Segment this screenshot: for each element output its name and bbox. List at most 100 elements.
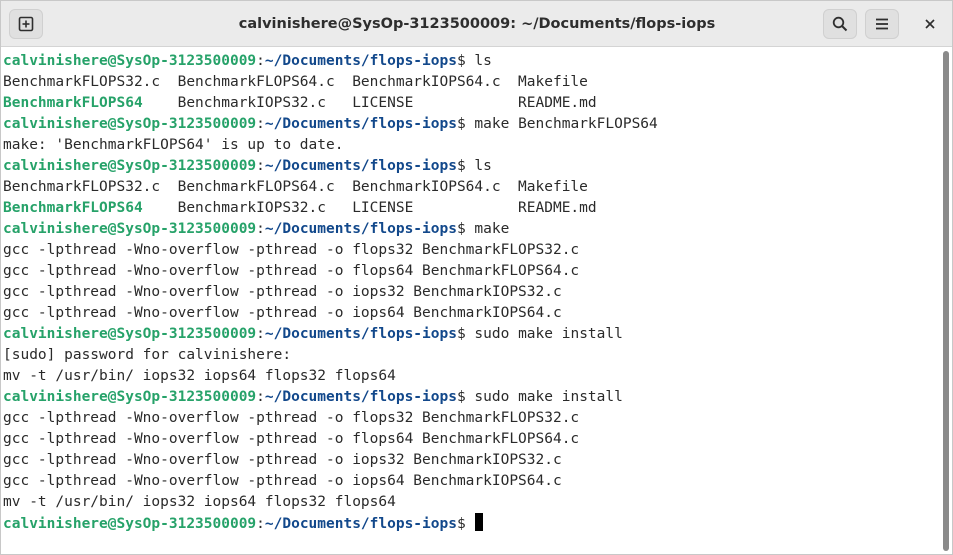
file-name: BenchmarkIOPS64.c (352, 74, 501, 90)
prompt-colon: : (256, 326, 265, 342)
file-name: README.md (518, 200, 597, 216)
prompt-path: ~/Documents/flops-iops (264, 516, 457, 532)
file-name: README.md (518, 95, 597, 111)
prompt-colon: : (256, 158, 265, 174)
file-name: BenchmarkIOPS32.c (177, 200, 326, 216)
output-line: gcc -lpthread -Wno-overflow -pthread -o … (3, 408, 939, 429)
menu-button[interactable] (865, 9, 899, 39)
prompt-dollar: $ (456, 389, 466, 405)
file-name: BenchmarkFLOPS32.c (3, 74, 161, 90)
prompt-path: ~/Documents/flops-iops (264, 158, 457, 174)
prompt-colon: : (256, 116, 265, 132)
file-name: LICENSE (352, 95, 414, 111)
output-text: [sudo] password for calvinishere: (3, 347, 292, 363)
prompt-user-host: calvinishere@SysOp-3123500009 (3, 516, 257, 532)
prompt-path: ~/Documents/flops-iops (264, 221, 457, 237)
prompt-path: ~/Documents/flops-iops (264, 53, 457, 69)
prompt-colon: : (256, 221, 265, 237)
text-cursor (475, 513, 484, 531)
prompt-user-host: calvinishere@SysOp-3123500009 (3, 53, 257, 69)
output-text: mv -t /usr/bin/ iops32 iops64 flops32 fl… (3, 494, 396, 510)
output-line: gcc -lpthread -Wno-overflow -pthread -o … (3, 303, 939, 324)
output-text: gcc -lpthread -Wno-overflow -pthread -o … (3, 305, 562, 321)
prompt-user-host: calvinishere@SysOp-3123500009 (3, 221, 257, 237)
ls-output-row: BenchmarkFLOPS64 BenchmarkIOPS32.c LICENSE… (3, 93, 939, 114)
close-button[interactable] (913, 9, 947, 39)
prompt-line: calvinishere@SysOp-3123500009:~/Document… (3, 156, 939, 177)
prompt-dollar: $ (456, 516, 466, 532)
output-text: gcc -lpthread -Wno-overflow -pthread -o … (3, 263, 580, 279)
executable-file: BenchmarkFLOPS64 (3, 200, 143, 216)
output-line: mv -t /usr/bin/ iops32 iops64 flops32 fl… (3, 366, 939, 387)
command-text: sudo make install (465, 326, 623, 342)
file-name: BenchmarkIOPS32.c (177, 95, 326, 111)
prompt-line: calvinishere@SysOp-3123500009:~/Document… (3, 324, 939, 345)
prompt-user-host: calvinishere@SysOp-3123500009 (3, 326, 257, 342)
prompt-colon: : (256, 389, 265, 405)
prompt-path: ~/Documents/flops-iops (264, 389, 457, 405)
output-line: gcc -lpthread -Wno-overflow -pthread -o … (3, 471, 939, 492)
output-text: gcc -lpthread -Wno-overflow -pthread -o … (3, 242, 580, 258)
output-text: gcc -lpthread -Wno-overflow -pthread -o … (3, 284, 562, 300)
output-text: gcc -lpthread -Wno-overflow -pthread -o … (3, 473, 562, 489)
output-text: mv -t /usr/bin/ iops32 iops64 flops32 fl… (3, 368, 396, 384)
command-text (466, 516, 475, 532)
file-name: Makefile (518, 179, 588, 195)
prompt-line: calvinishere@SysOp-3123500009:~/Document… (3, 219, 939, 240)
new-tab-button[interactable] (9, 9, 43, 39)
command-text: ls (465, 53, 492, 69)
prompt-user-host: calvinishere@SysOp-3123500009 (3, 158, 257, 174)
prompt-line: calvinishere@SysOp-3123500009:~/Document… (3, 51, 939, 72)
output-line: gcc -lpthread -Wno-overflow -pthread -o … (3, 261, 939, 282)
command-text: ls (465, 158, 492, 174)
output-line: gcc -lpthread -Wno-overflow -pthread -o … (3, 240, 939, 261)
executable-file: BenchmarkFLOPS64 (3, 95, 143, 111)
command-text: make BenchmarkFLOPS64 (465, 116, 658, 132)
output-line: gcc -lpthread -Wno-overflow -pthread -o … (3, 450, 939, 471)
prompt-colon: : (256, 53, 265, 69)
terminal-window: calvinishere@SysOp-3123500009: ~/Documen… (0, 0, 953, 555)
prompt-dollar: $ (456, 53, 466, 69)
file-name: BenchmarkFLOPS64.c (177, 179, 335, 195)
output-line: gcc -lpthread -Wno-overflow -pthread -o … (3, 282, 939, 303)
new-tab-icon (18, 16, 34, 32)
terminal-output[interactable]: calvinishere@SysOp-3123500009:~/Document… (1, 47, 939, 554)
hamburger-menu-icon (874, 16, 890, 32)
prompt-user-host: calvinishere@SysOp-3123500009 (3, 389, 257, 405)
output-text: gcc -lpthread -Wno-overflow -pthread -o … (3, 431, 580, 447)
command-text: make (465, 221, 510, 237)
vertical-scrollbar[interactable] (939, 47, 952, 554)
file-name: BenchmarkFLOPS64.c (177, 74, 335, 90)
output-text: make: 'BenchmarkFLOPS64' is up to date. (3, 137, 344, 153)
output-text: gcc -lpthread -Wno-overflow -pthread -o … (3, 410, 580, 426)
window-title: calvinishere@SysOp-3123500009: ~/Documen… (238, 16, 716, 32)
scrollbar-thumb[interactable] (943, 51, 949, 551)
close-icon (924, 18, 936, 30)
prompt-dollar: $ (456, 326, 466, 342)
file-name: BenchmarkIOPS64.c (352, 179, 501, 195)
output-line: [sudo] password for calvinishere: (3, 345, 939, 366)
ls-output-row: BenchmarkFLOPS32.c BenchmarkFLOPS64.c Benc… (3, 177, 939, 198)
file-name: BenchmarkFLOPS32.c (3, 179, 161, 195)
output-text: gcc -lpthread -Wno-overflow -pthread -o … (3, 452, 562, 468)
output-line: gcc -lpthread -Wno-overflow -pthread -o … (3, 429, 939, 450)
ls-output-row: BenchmarkFLOPS32.c BenchmarkFLOPS64.c Benc… (3, 72, 939, 93)
ls-output-row: BenchmarkFLOPS64 BenchmarkIOPS32.c LICENSE… (3, 198, 939, 219)
title-bar: calvinishere@SysOp-3123500009: ~/Documen… (1, 1, 952, 47)
search-button[interactable] (823, 9, 857, 39)
prompt-dollar: $ (456, 158, 466, 174)
prompt-dollar: $ (456, 116, 466, 132)
prompt-path: ~/Documents/flops-iops (264, 116, 457, 132)
prompt-dollar: $ (456, 221, 466, 237)
prompt-colon: : (256, 516, 265, 532)
file-name: LICENSE (352, 200, 414, 216)
prompt-line: calvinishere@SysOp-3123500009:~/Document… (3, 114, 939, 135)
prompt-line: calvinishere@SysOp-3123500009:~/Document… (3, 513, 939, 534)
search-icon (832, 16, 848, 32)
output-line: make: 'BenchmarkFLOPS64' is up to date. (3, 135, 939, 156)
prompt-path: ~/Documents/flops-iops (264, 326, 457, 342)
output-line: mv -t /usr/bin/ iops32 iops64 flops32 fl… (3, 492, 939, 513)
command-text: sudo make install (465, 389, 623, 405)
prompt-line: calvinishere@SysOp-3123500009:~/Document… (3, 387, 939, 408)
prompt-user-host: calvinishere@SysOp-3123500009 (3, 116, 257, 132)
